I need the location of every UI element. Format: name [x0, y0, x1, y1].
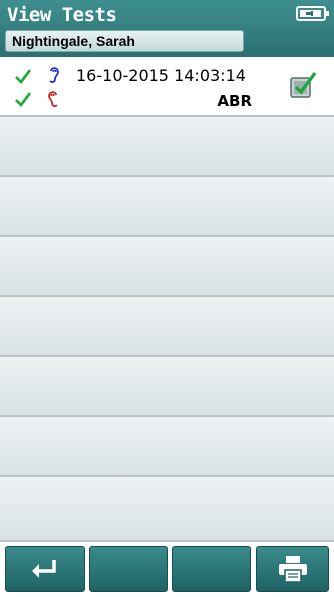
toolbar-button-3[interactable]: [172, 546, 251, 592]
test-type: ABR: [217, 92, 252, 110]
left-ear-icon: [48, 91, 58, 107]
return-arrow-icon: [32, 560, 56, 578]
header-bar: View Tests Nightingale, Sarah: [0, 0, 334, 57]
print-button[interactable]: [256, 546, 329, 592]
test-row[interactable]: 16-10-2015 14:03:14 ABR: [0, 57, 334, 117]
right-ear-icon: [49, 67, 59, 83]
test-datetime: 16-10-2015 14:03:14: [76, 66, 246, 85]
battery-icon: [296, 6, 329, 21]
selected-checkbox-icon[interactable]: [290, 72, 317, 99]
device-screen: View Tests Nightingale, Sarah 16-10-2015…: [0, 0, 334, 597]
test-list: 16-10-2015 14:03:14 ABR: [0, 57, 334, 542]
empty-row: [0, 177, 334, 237]
empty-row: [0, 297, 334, 357]
charging-plug-icon: [306, 11, 313, 16]
right-pass-check-icon: [15, 69, 32, 84]
bottom-toolbar: [0, 542, 334, 597]
empty-row: [0, 417, 334, 477]
page-title: View Tests: [7, 4, 117, 26]
printer-icon: [278, 556, 307, 583]
left-pass-check-icon: [15, 92, 32, 107]
empty-row: [0, 357, 334, 417]
patient-name-field[interactable]: Nightingale, Sarah: [5, 30, 244, 52]
empty-row: [0, 477, 334, 542]
empty-row: [0, 237, 334, 297]
back-button[interactable]: [5, 546, 85, 592]
empty-row: [0, 117, 334, 177]
toolbar-button-2[interactable]: [89, 546, 168, 592]
